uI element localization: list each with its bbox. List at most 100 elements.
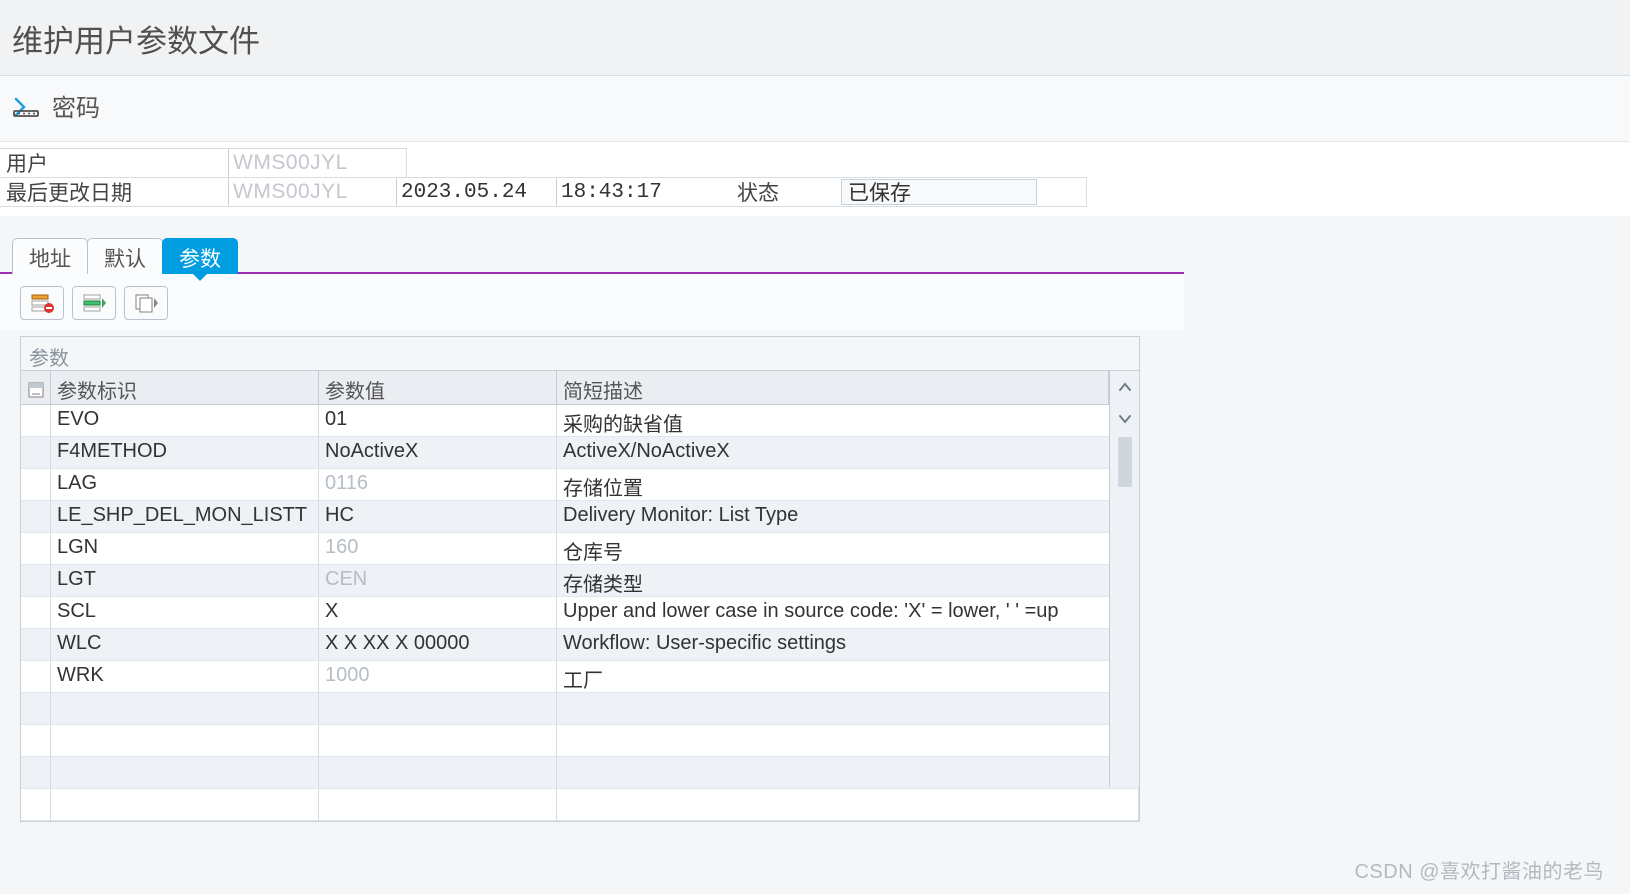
- row-selector[interactable]: [21, 469, 51, 501]
- cell-value[interactable]: NoActiveX: [319, 437, 557, 469]
- tab-strip: 地址默认参数: [12, 238, 1630, 274]
- status-value: 已保存: [841, 179, 1037, 205]
- tab-0[interactable]: 地址: [12, 238, 88, 274]
- cell-value[interactable]: 01: [319, 405, 557, 437]
- password-icon[interactable]: [12, 95, 42, 117]
- row-selector[interactable]: [21, 597, 51, 629]
- last-changed-row: 最后更改日期 WMS00JYL 2023.05.24 18:43:17 状态 已…: [0, 177, 1087, 207]
- scroll-down-button[interactable]: [1110, 403, 1139, 435]
- cell-value[interactable]: 1000: [319, 661, 557, 693]
- row-selector[interactable]: [21, 533, 51, 565]
- watermark-text: CSDN @喜欢打酱油的老鸟: [1354, 855, 1604, 884]
- table-row[interactable]: WRK1000工厂: [21, 661, 1139, 693]
- cell-id[interactable]: WRK: [51, 661, 319, 693]
- cell-desc: 仓库号: [557, 533, 1139, 565]
- cell-desc: [557, 789, 1139, 821]
- cell-desc: 采购的缺省值: [557, 405, 1139, 437]
- row-selector[interactable]: [21, 437, 51, 469]
- cell-value[interactable]: [319, 757, 557, 789]
- column-header-desc[interactable]: 简短描述: [557, 371, 1109, 404]
- cell-desc: Delivery Monitor: List Type: [557, 501, 1139, 533]
- header-form: 用户 WMS00JYL 最后更改日期 WMS00JYL 2023.05.24 1…: [0, 142, 1630, 216]
- cell-id[interactable]: [51, 725, 319, 757]
- row-selector[interactable]: [21, 501, 51, 533]
- cell-id[interactable]: EVO: [51, 405, 319, 437]
- grid-body: EVO01采购的缺省值F4METHODNoActiveXActiveX/NoAc…: [21, 405, 1139, 821]
- cell-desc: 存储类型: [557, 565, 1139, 597]
- cell-value[interactable]: 160: [319, 533, 557, 565]
- table-row[interactable]: WLCX X XX X 00000Workflow: User-specific…: [21, 629, 1139, 661]
- cell-desc: ActiveX/NoActiveX: [557, 437, 1139, 469]
- last-changed-by-field: WMS00JYL: [228, 178, 396, 206]
- parameters-grid: 参数 参数标识 参数值 简短描述 EVO01采购的缺省值F4METHODNoAc…: [20, 336, 1140, 822]
- grid-section-title: 参数: [21, 337, 1139, 371]
- table-row[interactable]: [21, 789, 1139, 821]
- cell-id[interactable]: [51, 693, 319, 725]
- cell-id[interactable]: LAG: [51, 469, 319, 501]
- page-title: 维护用户参数文件: [0, 0, 1630, 76]
- cell-id[interactable]: [51, 789, 319, 821]
- table-row[interactable]: EVO01采购的缺省值: [21, 405, 1139, 437]
- cell-id[interactable]: LGN: [51, 533, 319, 565]
- column-header-value[interactable]: 参数值: [319, 371, 557, 404]
- row-selector[interactable]: [21, 405, 51, 437]
- cell-desc: 存储位置: [557, 469, 1139, 501]
- row-selector[interactable]: [21, 693, 51, 725]
- cell-id[interactable]: LE_SHP_DEL_MON_LISTT: [51, 501, 319, 533]
- cell-desc: Workflow: User-specific settings: [557, 629, 1139, 661]
- table-row[interactable]: [21, 757, 1139, 789]
- cell-value[interactable]: [319, 725, 557, 757]
- cell-id[interactable]: WLC: [51, 629, 319, 661]
- table-row[interactable]: F4METHODNoActiveXActiveX/NoActiveX: [21, 437, 1139, 469]
- cell-value[interactable]: HC: [319, 501, 557, 533]
- cell-desc: [557, 693, 1139, 725]
- password-toolbar: 密码: [0, 76, 1630, 142]
- tab-1[interactable]: 默认: [87, 238, 163, 274]
- cell-value[interactable]: [319, 789, 557, 821]
- grid-toolbar: [0, 274, 1184, 330]
- last-changed-time-field: 18:43:17: [556, 178, 679, 206]
- last-changed-date-field: 2023.05.24: [396, 178, 556, 206]
- cell-id[interactable]: F4METHOD: [51, 437, 319, 469]
- cell-value[interactable]: [319, 693, 557, 725]
- cell-id[interactable]: LGT: [51, 565, 319, 597]
- cell-value[interactable]: X X XX X 00000: [319, 629, 557, 661]
- grid-header-row: 参数标识 参数值 简短描述: [21, 371, 1139, 405]
- user-field[interactable]: WMS00JYL: [228, 149, 396, 177]
- cell-value[interactable]: CEN: [319, 565, 557, 597]
- column-header-id[interactable]: 参数标识: [51, 371, 319, 404]
- password-label[interactable]: 密码: [52, 88, 100, 123]
- cell-desc: Upper and lower case in source code: 'X'…: [557, 597, 1139, 629]
- last-changed-label: 最后更改日期: [0, 175, 228, 209]
- table-row[interactable]: LAG0116存储位置: [21, 469, 1139, 501]
- copy-row-button[interactable]: [124, 286, 168, 320]
- user-row: 用户 WMS00JYL: [0, 148, 407, 178]
- status-label: 状态: [729, 177, 841, 207]
- vertical-scrollbar[interactable]: [1109, 371, 1139, 787]
- table-row[interactable]: SCLXUpper and lower case in source code:…: [21, 597, 1139, 629]
- delete-row-button[interactable]: [20, 286, 64, 320]
- row-selector[interactable]: [21, 789, 51, 821]
- tab-2[interactable]: 参数: [162, 238, 238, 274]
- cell-desc: [557, 757, 1139, 789]
- row-selector[interactable]: [21, 757, 51, 789]
- row-selector[interactable]: [21, 629, 51, 661]
- row-selector[interactable]: [21, 661, 51, 693]
- cell-desc: 工厂: [557, 661, 1139, 693]
- cell-value[interactable]: 0116: [319, 469, 557, 501]
- scroll-up-button[interactable]: [1110, 371, 1139, 403]
- table-row[interactable]: LGN160仓库号: [21, 533, 1139, 565]
- row-selector[interactable]: [21, 725, 51, 757]
- cell-value[interactable]: X: [319, 597, 557, 629]
- insert-row-button[interactable]: [72, 286, 116, 320]
- table-row[interactable]: [21, 725, 1139, 757]
- cell-id[interactable]: SCL: [51, 597, 319, 629]
- cell-desc: [557, 725, 1139, 757]
- table-row[interactable]: LE_SHP_DEL_MON_LISTTHCDelivery Monitor: …: [21, 501, 1139, 533]
- table-row[interactable]: LGTCEN存储类型: [21, 565, 1139, 597]
- scroll-thumb[interactable]: [1118, 437, 1132, 487]
- cell-id[interactable]: [51, 757, 319, 789]
- row-selector[interactable]: [21, 565, 51, 597]
- table-row[interactable]: [21, 693, 1139, 725]
- select-all-column-header[interactable]: [21, 371, 51, 404]
